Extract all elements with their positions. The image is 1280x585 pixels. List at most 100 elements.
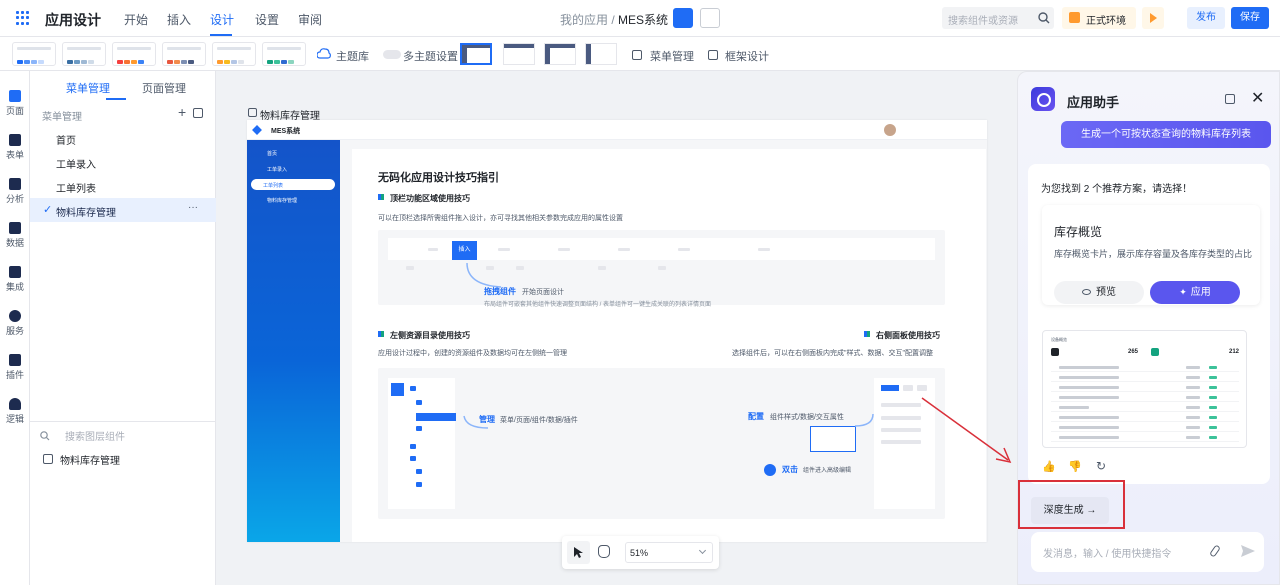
select-tool-button[interactable] <box>567 541 590 564</box>
refresh-icon[interactable]: ↻ <box>1096 459 1106 473</box>
iconbar-data[interactable]: 数据 <box>0 222 30 249</box>
preview-label: 预览 <box>1096 287 1116 298</box>
plugin-icon <box>9 354 21 366</box>
layout-option-3[interactable] <box>544 43 576 65</box>
page-icon <box>248 108 257 117</box>
run-button[interactable] <box>1142 7 1164 29</box>
deep-generate-button[interactable]: 深度生成 → <box>1031 497 1109 524</box>
logo-icon <box>252 125 262 135</box>
add-folder-icon[interactable] <box>193 108 203 118</box>
active-tab-indicator <box>106 98 126 100</box>
iconbar-plugin[interactable]: 插件 <box>0 354 30 381</box>
layout-option-1[interactable] <box>460 43 492 65</box>
theme-swatch-6[interactable] <box>262 42 306 66</box>
save-button[interactable]: 保存 <box>1231 7 1269 29</box>
layer-item[interactable]: 物料库存管理 <box>30 452 216 467</box>
section3-desc: 选择组件后，可以在右侧面板内完成"样式、数据、交互"配置调整 <box>732 350 933 357</box>
config-sub: 组件样式/数据/交互属性 <box>770 414 844 421</box>
iconbar-service[interactable]: 服务 <box>0 310 30 337</box>
chevron-down-icon <box>698 546 707 555</box>
avatar <box>884 124 896 136</box>
iconbar-label: 表单 <box>5 150 24 160</box>
layout-option-4[interactable] <box>585 43 617 65</box>
menu-item-order-list[interactable]: 工单列表 <box>30 174 216 198</box>
theme-library-button[interactable]: 主题库 <box>336 48 369 64</box>
message-input[interactable]: 发消息，输入 / 使用快捷指令 <box>1031 532 1264 572</box>
add-menu-icon[interactable]: + <box>178 104 186 120</box>
multi-theme-label: 多主题设置 <box>403 51 458 63</box>
nav-settings[interactable]: 设置 <box>255 11 279 28</box>
config-title: 配置 <box>748 412 764 421</box>
menu-item-order-entry[interactable]: 工单录入 <box>30 150 216 174</box>
zoom-select[interactable]: 51% <box>625 542 713 563</box>
nav-insert[interactable]: 插入 <box>167 11 191 28</box>
nav-start[interactable]: 开始 <box>124 11 148 28</box>
tab-page-management[interactable]: 页面管理 <box>142 80 186 96</box>
layer-search-input[interactable]: 搜索图层组件 <box>30 428 216 444</box>
environment-icon <box>1069 12 1080 23</box>
chart-icon <box>9 178 21 190</box>
drag-sub: 开始页面设计 <box>522 289 564 296</box>
apply-button[interactable]: ✦ 应用 <box>1150 281 1240 304</box>
preview-app-name: MES系统 <box>271 128 301 135</box>
environment-button[interactable]: 正式环境 <box>1062 7 1136 29</box>
search-icon[interactable] <box>1038 12 1050 24</box>
theme-swatch-5[interactable] <box>212 42 256 66</box>
close-icon[interactable]: ✕ <box>1251 88 1264 108</box>
multi-theme-toggle[interactable] <box>383 50 401 59</box>
guide-card: 无码化应用设计技巧指引 顶栏功能区域使用技巧 可以在顶栏选择所需组件拖入设计，亦… <box>352 149 986 542</box>
menu-management-button[interactable]: 菜单管理 <box>650 48 694 64</box>
service-icon <box>9 310 21 322</box>
plan-preview-thumbnail[interactable]: 设备概览 265 212 <box>1042 330 1247 448</box>
hand-tool-icon[interactable] <box>598 545 610 558</box>
iconbar-form[interactable]: 表单 <box>0 134 30 161</box>
page-preview[interactable]: MES系统 首页 工单录入 工单列表 物料库存管理 无码化应用设计技巧指引 顶栏… <box>247 120 987 542</box>
frame-design-button[interactable]: 框架设计 <box>725 48 769 64</box>
canvas-toolbar: 51% <box>562 536 719 569</box>
iconbar-analysis[interactable]: 分析 <box>0 178 30 205</box>
theme-swatch-4[interactable] <box>162 42 206 66</box>
send-icon[interactable] <box>1240 544 1256 558</box>
cube-icon <box>9 266 21 278</box>
iconbar-label: 页面 <box>5 106 24 116</box>
more-icon[interactable]: ··· <box>188 202 198 213</box>
drag-title: 拖拽组件 <box>484 287 516 296</box>
zoom-value: 51% <box>630 548 649 558</box>
desktop-view-icon[interactable] <box>673 8 693 28</box>
thumbnail-stat-2: 212 <box>1229 349 1240 355</box>
thumbs-up-icon[interactable]: 👍 <box>1042 460 1056 473</box>
preview-content: 无码化应用设计技巧指引 顶栏功能区域使用技巧 可以在顶栏选择所需组件拖入设计，亦… <box>340 140 987 542</box>
section1-desc: 可以在顶栏选择所需组件拖入设计，亦可寻找其他相关参数完成应用的属性设置 <box>378 215 623 222</box>
iconbar-logic[interactable]: 逻辑 <box>0 398 30 425</box>
manage-title: 管理 <box>479 415 495 424</box>
guide-title: 无码化应用设计技巧指引 <box>378 172 499 184</box>
thumbnail-stat-1: 265 <box>1128 349 1139 355</box>
layout-option-2[interactable] <box>503 43 535 65</box>
history-icon[interactable] <box>1225 94 1235 104</box>
breadcrumb-parent[interactable]: 我的应用 / <box>560 13 615 27</box>
theme-swatch-3[interactable] <box>112 42 156 66</box>
tab-menu-management[interactable]: 菜单管理 <box>66 80 110 96</box>
preview-button[interactable]: 预览 <box>1054 281 1144 304</box>
nav-review[interactable]: 审阅 <box>298 11 322 28</box>
app-title: 应用设计 <box>45 12 101 28</box>
iconbar-integration[interactable]: 集成 <box>0 266 30 293</box>
menu-item-home[interactable]: 首页 <box>30 126 216 150</box>
thumbs-down-icon[interactable]: 👎 <box>1068 460 1082 473</box>
deep-generate-label: 深度生成 <box>1043 505 1084 516</box>
preview-menu-inventory: 物料库存管理 <box>267 198 298 204</box>
mobile-view-icon[interactable] <box>700 8 720 28</box>
nav-design[interactable]: 设计 <box>210 11 234 28</box>
section3-title: 右侧面板使用技巧 <box>876 331 940 340</box>
preview-menu-order-entry: 工单录入 <box>267 167 288 173</box>
arrow-right-icon: → <box>1086 505 1097 516</box>
dblclick-title: 双击 <box>782 465 798 474</box>
dblclick-sub: 组件进入高级编辑 <box>803 468 852 474</box>
iconbar-page[interactable]: 页面 <box>0 90 30 117</box>
apps-grid-icon[interactable] <box>16 11 30 25</box>
publish-button[interactable]: 发布 <box>1187 7 1225 29</box>
theme-swatch-1[interactable] <box>12 42 56 66</box>
preview-sidebar: 首页 工单录入 工单列表 物料库存管理 <box>247 140 340 542</box>
menu-management-icon <box>632 50 642 60</box>
theme-swatch-2[interactable] <box>62 42 106 66</box>
